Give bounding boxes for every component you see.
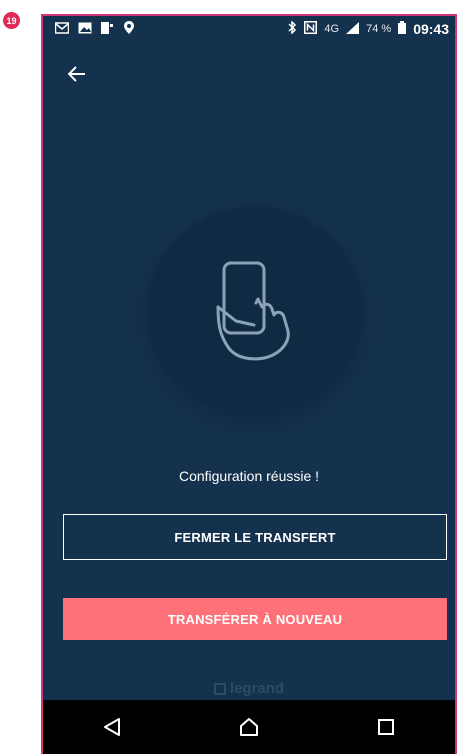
success-message: Configuration réussie !: [178, 468, 320, 484]
bluetooth-icon: [288, 20, 297, 37]
location-icon: [124, 21, 134, 37]
clock: 09:43: [413, 21, 449, 37]
mail-icon: [54, 21, 70, 37]
hand-holding-phone-icon: [210, 255, 300, 370]
hero-illustration: [146, 206, 364, 418]
signal-icon: [346, 21, 360, 37]
battery-percentage: 74 %: [366, 23, 392, 35]
recents-square-icon[interactable]: [366, 707, 406, 747]
notification-icon: [101, 21, 115, 37]
battery-icon: [398, 21, 407, 37]
home-icon[interactable]: [229, 707, 269, 747]
arrow-left-icon[interactable]: [65, 62, 89, 86]
transfer-again-button[interactable]: TRANSFÉRER À NOUVEAU: [63, 598, 447, 640]
status-bar: 4G 74 % 09:43: [43, 16, 455, 42]
brand-logo: legrand: [43, 680, 455, 697]
back-triangle-icon[interactable]: [92, 707, 132, 747]
status-right-icons: 4G 74 % 09:43: [288, 20, 449, 37]
step-number-badge: 19: [3, 12, 20, 29]
status-left-icons: [54, 21, 134, 37]
android-navigation-bar: [43, 700, 455, 754]
brand-name: legrand: [229, 680, 285, 697]
phone-screen: 4G 74 % 09:43 Configuration réussie ! FE…: [41, 14, 457, 754]
nfc-icon: [304, 21, 318, 37]
legrand-logo-icon: [213, 682, 226, 695]
network-type: 4G: [324, 23, 340, 35]
close-transfer-button[interactable]: FERMER LE TRANSFERT: [63, 514, 447, 560]
image-icon: [78, 22, 92, 37]
